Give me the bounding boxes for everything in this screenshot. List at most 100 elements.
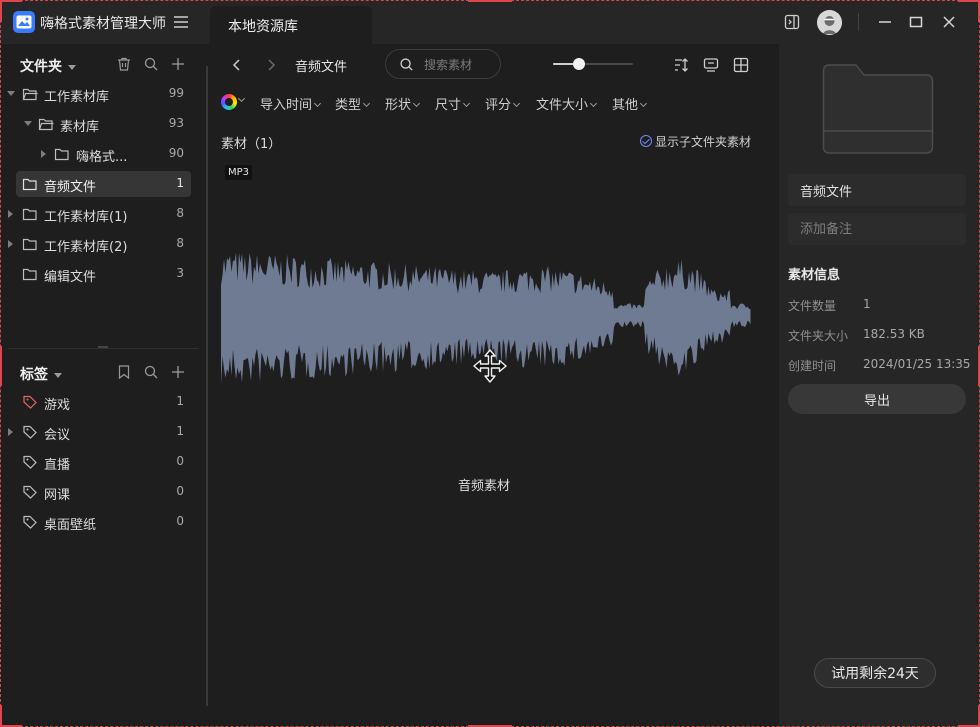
tag-item-wallpaper[interactable]: 桌面壁纸 0 — [16, 509, 191, 535]
add-tag-icon[interactable] — [170, 364, 186, 380]
search-icon[interactable] — [143, 364, 159, 380]
folder-icon — [22, 208, 37, 221]
folder-item-higeshi[interactable]: 嗨格式... 90 — [16, 141, 191, 167]
folder-item-audio-files[interactable]: 音频文件 1 — [16, 171, 191, 197]
folder-name-field[interactable] — [788, 174, 966, 206]
tag-item-meeting[interactable]: 会议 1 — [16, 419, 191, 445]
chevron-down-icon — [54, 372, 62, 378]
filter-size[interactable]: 尺寸 — [435, 94, 471, 113]
frame-handle[interactable] — [0, 0, 2, 22]
sort-icon[interactable] — [672, 56, 690, 74]
maximize-icon[interactable] — [907, 13, 925, 31]
chevron-down-icon — [512, 99, 521, 108]
tag-item-live[interactable]: 直播 0 — [16, 449, 191, 475]
chevron-down-icon — [639, 99, 648, 108]
tag-icon — [23, 425, 37, 439]
info-key-folder-size: 文件夹大小 — [788, 329, 849, 343]
folder-name-input[interactable] — [800, 181, 955, 199]
title-separator — [858, 13, 859, 31]
trash-icon[interactable] — [116, 56, 132, 72]
folder-open-icon — [38, 118, 54, 131]
filter-other[interactable]: 其他 — [612, 94, 648, 113]
folder-item-work-library-1[interactable]: 工作素材库(1) 8 — [16, 201, 191, 227]
app-title: 嗨格式素材管理大师 — [40, 16, 166, 32]
tag-item-game[interactable]: 游戏 1 — [16, 389, 191, 415]
minimize-icon[interactable] — [876, 13, 894, 31]
search-icon — [400, 58, 413, 71]
sidebar-toggle-icon[interactable] — [783, 13, 801, 31]
note-field[interactable] — [788, 213, 966, 245]
audio-waveform-thumbnail[interactable] — [221, 225, 751, 425]
frame-handle[interactable] — [0, 0, 22, 2]
tab-local-library[interactable]: 本地资源库 — [210, 6, 372, 44]
left-sidebar: 文件夹 工作素材库 99 素材库 93 嗨格式... 90 音频文件 1 工作素… — [0, 44, 207, 727]
grid-layout-icon[interactable] — [732, 56, 750, 74]
breadcrumb: 音频文件 — [295, 60, 348, 75]
color-filter-icon[interactable] — [221, 94, 237, 110]
expand-toggle-icon[interactable] — [8, 428, 13, 436]
tag-icon — [23, 395, 37, 409]
folder-item-material-library[interactable]: 素材库 93 — [16, 111, 191, 137]
folder-item-edit-files[interactable]: 编辑文件 3 — [16, 261, 191, 287]
sidebar-resizer[interactable] — [206, 66, 208, 706]
filter-shape[interactable]: 形状 — [385, 94, 421, 113]
frame-handle[interactable] — [0, 705, 2, 727]
info-section-title: 素材信息 — [788, 268, 841, 283]
info-value-created: 2024/01/25 13:35 — [863, 357, 971, 371]
chevron-down-icon — [462, 99, 471, 108]
note-input[interactable] — [800, 220, 955, 238]
tag-icon — [23, 515, 37, 529]
back-arrow-icon[interactable] — [228, 56, 246, 74]
close-icon[interactable] — [940, 13, 958, 31]
hamburger-menu-icon[interactable] — [172, 13, 190, 31]
zoom-slider[interactable] — [553, 58, 633, 70]
chevron-down-icon[interactable] — [237, 94, 246, 107]
folders-header[interactable]: 文件夹 — [20, 56, 76, 76]
app-logo-icon — [13, 11, 35, 33]
bookmark-icon[interactable] — [116, 364, 132, 380]
chevron-down-icon — [362, 99, 371, 108]
chevron-down-icon — [313, 99, 322, 108]
checkbox-checked-icon — [640, 135, 652, 147]
resize-handle[interactable] — [98, 346, 108, 348]
info-value-folder-size: 182.53 KB — [863, 327, 925, 341]
expand-toggle-icon[interactable] — [8, 240, 13, 248]
chevron-down-icon — [412, 99, 421, 108]
preview-layout-icon[interactable] — [702, 56, 720, 74]
move-cursor-icon — [473, 349, 507, 383]
tag-icon — [23, 455, 37, 469]
export-button[interactable]: 导出 — [788, 384, 966, 414]
filter-file-size[interactable]: 文件大小 — [536, 94, 598, 113]
format-badge: MP3 — [225, 165, 253, 180]
trial-remaining-button[interactable]: 试用剩余24天 — [814, 658, 936, 688]
title-bar: 嗨格式素材管理大师 本地资源库 — [0, 0, 980, 44]
info-key-created: 创建时间 — [788, 359, 837, 373]
zoom-slider-knob[interactable] — [572, 58, 585, 70]
add-folder-icon[interactable] — [170, 56, 186, 72]
folder-item-work-library-2[interactable]: 工作素材库(2) 8 — [16, 231, 191, 257]
expand-toggle-icon[interactable] — [7, 91, 15, 96]
chevron-down-icon — [589, 99, 598, 108]
tags-header[interactable]: 标签 — [20, 364, 62, 384]
info-key-file-count: 文件数量 — [788, 299, 837, 313]
asset-name: 音频素材 — [458, 479, 511, 494]
filter-import-time[interactable]: 导入时间 — [260, 94, 322, 113]
info-value-file-count: 1 — [863, 297, 871, 311]
expand-toggle-icon[interactable] — [8, 210, 13, 218]
search-icon[interactable] — [143, 56, 159, 72]
frame-handle[interactable] — [0, 346, 2, 386]
tab-label: 本地资源库 — [228, 19, 298, 35]
folder-preview-icon — [822, 64, 934, 154]
search-input[interactable] — [424, 56, 496, 74]
frame-handle[interactable] — [468, 0, 512, 2]
show-subfolder-checkbox[interactable]: 显示子文件夹素材 — [640, 133, 751, 150]
filter-type[interactable]: 类型 — [335, 94, 371, 113]
filter-rating[interactable]: 评分 — [485, 94, 521, 113]
search-box[interactable] — [385, 49, 501, 79]
frame-handle[interactable] — [958, 0, 980, 2]
user-avatar[interactable] — [817, 10, 842, 35]
folder-item-work-library[interactable]: 工作素材库 99 — [16, 81, 191, 107]
forward-arrow-icon[interactable] — [262, 56, 280, 74]
tag-item-online-course[interactable]: 网课 0 — [16, 479, 191, 505]
folder-icon — [22, 268, 37, 281]
